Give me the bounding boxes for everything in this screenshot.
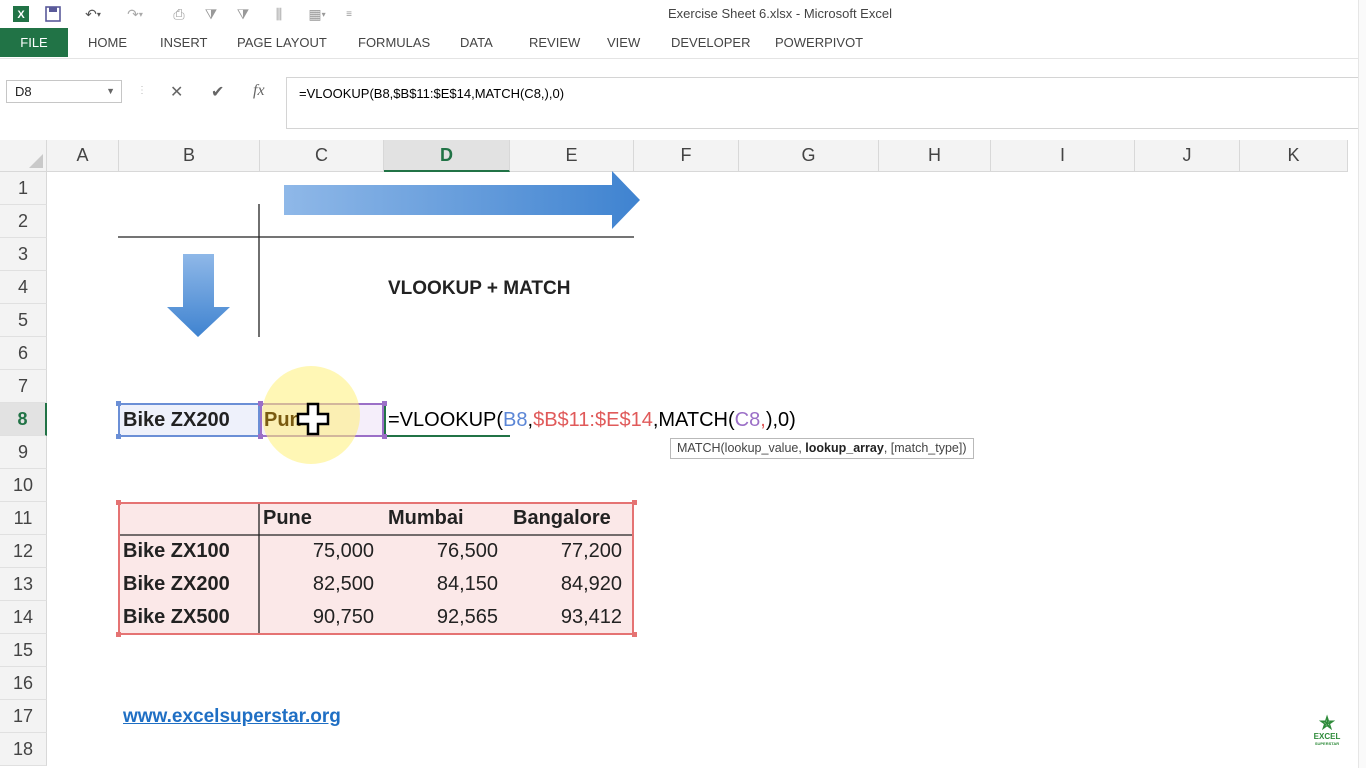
- chevron-down-icon[interactable]: ▼: [106, 86, 115, 96]
- window-title: Exercise Sheet 6.xlsx - Microsoft Excel: [668, 6, 892, 21]
- tooltip-current-arg: lookup_array: [805, 441, 884, 455]
- tab-insert[interactable]: INSERT: [160, 35, 207, 50]
- table-cell[interactable]: 93,412: [508, 601, 632, 634]
- formula-token: ): [765, 408, 773, 431]
- tab-powerpivot[interactable]: POWERPIVOT: [775, 35, 863, 50]
- tab-page-layout[interactable]: PAGE LAYOUT: [237, 35, 327, 50]
- tooltip-suffix: , [match_type]): [883, 441, 967, 455]
- ribbon-tabs: FILE HOME INSERT PAGE LAYOUT FORMULAS DA…: [0, 28, 1366, 58]
- table-cell[interactable]: 75,000: [260, 535, 384, 568]
- tab-home[interactable]: HOME: [88, 35, 127, 50]
- table-cell[interactable]: 90,750: [260, 601, 384, 634]
- excel-superstar-logo: ✯ EXCEL SUPERSTAR: [1306, 714, 1348, 754]
- table-row-label[interactable]: Bike ZX500: [123, 601, 230, 634]
- table-cell[interactable]: 76,500: [384, 535, 508, 568]
- tab-data[interactable]: DATA: [460, 35, 493, 50]
- tab-review[interactable]: REVIEW: [529, 35, 580, 50]
- logo-subtext: SUPERSTAR: [1314, 741, 1340, 746]
- logo-text: EXCEL: [1313, 732, 1341, 741]
- website-link[interactable]: www.excelsuperstar.org: [123, 706, 341, 728]
- star-icon: ✯: [1319, 713, 1335, 733]
- tab-formulas[interactable]: FORMULAS: [358, 35, 430, 50]
- table-header[interactable]: Pune: [263, 502, 312, 535]
- tab-view[interactable]: VIEW: [607, 35, 640, 50]
- table-cell[interactable]: 82,500: [260, 568, 384, 601]
- table-row-label[interactable]: Bike ZX100: [123, 535, 230, 568]
- tab-developer[interactable]: DEVELOPER: [671, 35, 750, 50]
- enter-icon[interactable]: ✔: [211, 82, 224, 102]
- worksheet-grid[interactable]: A B C D E F G H I J K 1 2 3 4 5 6 7 8 9 …: [0, 140, 1366, 768]
- cancel-icon[interactable]: ✕: [170, 82, 183, 102]
- table-cell[interactable]: 77,200: [508, 535, 632, 568]
- table-header[interactable]: Bangalore: [513, 502, 611, 535]
- table-cell[interactable]: 92,565: [384, 601, 508, 634]
- table-header[interactable]: Mumbai: [388, 502, 464, 535]
- formula-token: ,0): [772, 408, 796, 431]
- formula-bar: D8 ▼ ⋮ ✕ ✔ fx =VLOOKUP(B8,$B$11:$E$14,MA…: [0, 58, 1366, 140]
- table-row-label[interactable]: Bike ZX200: [123, 568, 230, 601]
- resize-handle-icon[interactable]: ⋮: [137, 85, 147, 96]
- formula-token: C8: [734, 408, 761, 431]
- name-box-value: D8: [15, 84, 32, 99]
- function-tooltip: MATCH(lookup_value, lookup_array, [match…: [670, 438, 974, 459]
- table-cell[interactable]: 84,150: [384, 568, 508, 601]
- table-cell[interactable]: 84,920: [508, 568, 632, 601]
- tab-file[interactable]: FILE: [0, 28, 68, 57]
- name-box[interactable]: D8 ▼: [6, 80, 122, 103]
- vertical-scrollbar[interactable]: [1358, 0, 1366, 768]
- insert-function-icon[interactable]: fx: [253, 82, 265, 100]
- title-bar: X ↶ ▾ ↷ ▾ ⎙ ⧩ ⧩ ⫼ ▦ ▾ ≡ Exercise Sheet 6…: [0, 0, 1366, 28]
- formula-input[interactable]: =VLOOKUP(B8,$B$11:$E$14,MATCH(C8,),0): [286, 77, 1366, 129]
